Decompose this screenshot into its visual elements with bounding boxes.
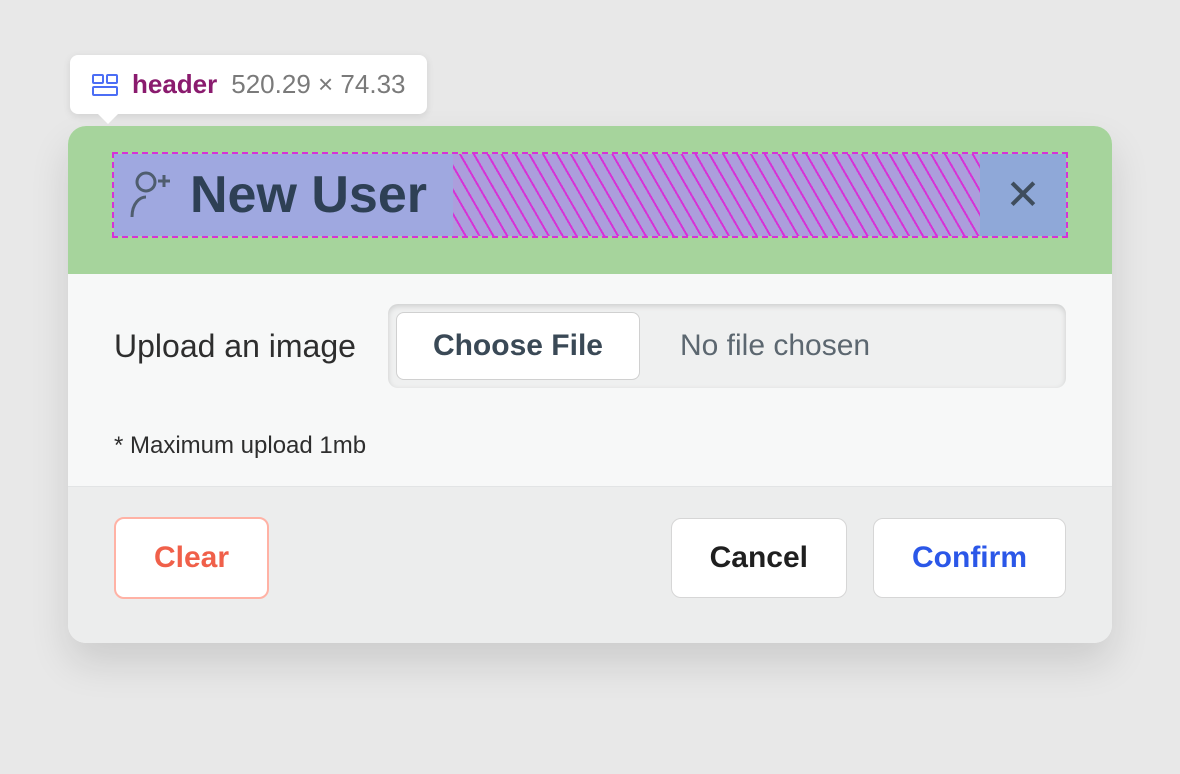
choose-file-button[interactable]: Choose File [396,312,640,380]
cancel-button[interactable]: Cancel [671,518,847,598]
confirm-button[interactable]: Confirm [873,518,1066,598]
add-user-icon [128,169,172,221]
file-input[interactable]: Choose File No file chosen [388,304,1066,388]
close-icon: ✕ [1005,174,1040,216]
upload-label: Upload an image [114,328,356,365]
file-status-text: No file chosen [640,312,1058,380]
flexbox-free-space-overlay [453,154,980,236]
modal-title-block: New User [114,154,453,236]
devtools-element-tooltip: header 520.29 × 74.33 [70,55,427,114]
modal-header-overlay: New User ✕ [68,126,1112,274]
clear-button[interactable]: Clear [114,517,269,599]
new-user-modal: New User ✕ Upload an image Choose File N… [68,126,1112,643]
layout-icon [92,74,118,96]
modal-body: Upload an image Choose File No file chos… [68,274,1112,486]
inspected-element-name: header [132,69,217,100]
upload-note: * Maximum upload 1mb [114,432,1066,460]
modal-title: New User [190,165,427,225]
close-button[interactable]: ✕ [980,154,1066,236]
upload-row: Upload an image Choose File No file chos… [114,304,1066,388]
inspected-header-box: New User ✕ [112,152,1068,238]
modal-footer: Clear Cancel Confirm [68,486,1112,643]
inspected-element-size: 520.29 × 74.33 [231,69,405,100]
